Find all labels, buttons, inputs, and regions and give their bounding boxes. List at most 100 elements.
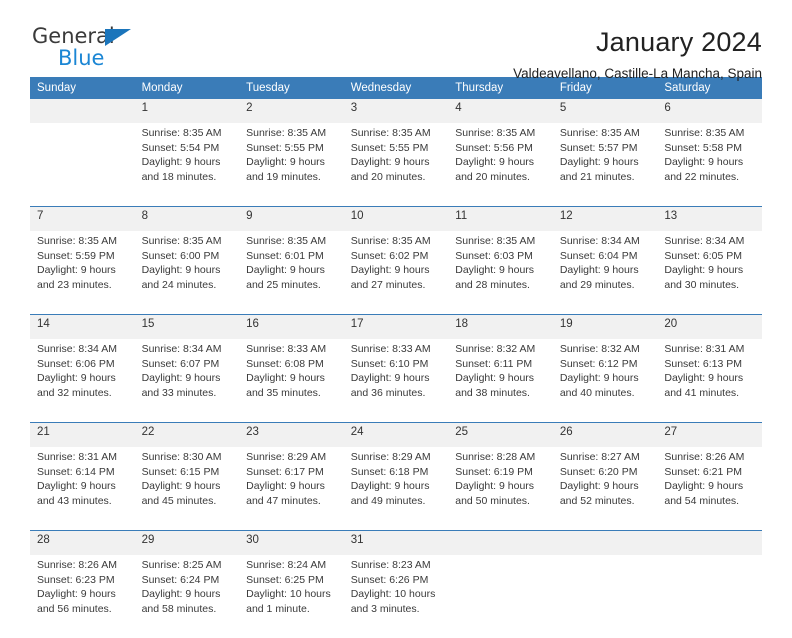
day-number-6[interactable]: 6 (657, 99, 762, 123)
day-info-line: Sunrise: 8:29 AM (246, 451, 327, 463)
weekday-header-wednesday: Wednesday (343, 77, 449, 99)
day-number-21[interactable]: 21 (30, 422, 135, 447)
day-number-2[interactable]: 2 (239, 99, 344, 123)
day-number-22[interactable]: 22 (134, 422, 240, 447)
day-info-line: Sunrise: 8:32 AM (559, 343, 640, 355)
day-info-line: Sunrise: 8:34 AM (664, 235, 745, 247)
day-info-line: and 30 minutes. (664, 278, 740, 291)
day-number-9[interactable]: 9 (239, 206, 344, 231)
day-info-line: Sunset: 6:02 PM (350, 249, 429, 262)
day-info-line: and 33 minutes. (141, 386, 217, 399)
day-number-26[interactable]: 26 (552, 422, 658, 447)
week-daynumber-row: 7 8 9 10 11 12 13 (30, 206, 762, 231)
day-info-18: Sunrise: 8:32 AM Sunset: 6:11 PM Daylight:… (448, 339, 553, 423)
day-info-line: Daylight: 10 hours (350, 588, 436, 601)
day-info-line: Sunrise: 8:26 AM (664, 451, 745, 463)
day-info-line: Sunrise: 8:35 AM (455, 127, 536, 139)
day-info-line: and 40 minutes. (559, 386, 635, 399)
day-info-line: Sunrise: 8:31 AM (664, 343, 745, 355)
day-info-line: and 47 minutes. (246, 494, 321, 507)
day-info-28: Sunrise: 8:26 AM Sunset: 6:23 PM Daylight:… (30, 555, 135, 638)
day-number-28[interactable]: 28 (30, 530, 135, 555)
day-number-10[interactable]: 10 (343, 206, 449, 231)
day-number-8[interactable]: 8 (134, 206, 240, 231)
day-info-line: Sunset: 5:58 PM (664, 141, 743, 154)
day-info-line: Sunset: 6:26 PM (350, 573, 429, 586)
day-info-line: and 56 minutes. (37, 602, 112, 615)
day-number-18[interactable]: 18 (448, 314, 553, 339)
day-info-line: Sunset: 5:56 PM (455, 141, 533, 154)
day-info-line: Sunset: 5:59 PM (37, 249, 115, 262)
day-info-line: and 52 minutes. (559, 494, 635, 507)
day-number-3[interactable]: 3 (343, 99, 449, 123)
day-info-line: Sunrise: 8:35 AM (350, 127, 431, 139)
day-number-27[interactable]: 27 (657, 422, 762, 447)
day-info-line: Sunrise: 8:35 AM (664, 127, 745, 139)
day-info-line: Sunset: 6:08 PM (246, 357, 324, 370)
day-info-line: Sunset: 6:07 PM (141, 357, 220, 370)
day-number-29[interactable]: 29 (134, 530, 240, 555)
day-info-line: Daylight: 9 hours (559, 156, 639, 169)
day-info-line: Sunrise: 8:35 AM (559, 127, 640, 139)
day-number-7[interactable]: 7 (30, 206, 135, 231)
day-info-line: Sunset: 6:10 PM (350, 357, 429, 370)
day-number-11[interactable]: 11 (448, 206, 553, 231)
day-number-19[interactable]: 19 (552, 314, 658, 339)
triangle-logo-icon (105, 29, 131, 46)
day-info-line: Sunrise: 8:23 AM (350, 559, 431, 571)
day-number-12[interactable]: 12 (552, 206, 658, 231)
day-info-line: Sunrise: 8:35 AM (455, 235, 536, 247)
brand-name-general: General (32, 24, 115, 48)
day-info-line: Daylight: 9 hours (455, 372, 535, 385)
day-info-line: and 28 minutes. (455, 278, 530, 291)
day-info-6: Sunrise: 8:35 AM Sunset: 5:58 PM Daylight:… (657, 123, 762, 207)
day-info-line: Sunrise: 8:32 AM (455, 343, 536, 355)
day-info-line: Sunrise: 8:28 AM (455, 451, 536, 463)
day-info-15: Sunrise: 8:34 AM Sunset: 6:07 PM Daylight:… (134, 339, 240, 423)
day-info-line: Daylight: 9 hours (246, 480, 325, 493)
day-number-14[interactable]: 14 (30, 314, 135, 339)
day-number-17[interactable]: 17 (343, 314, 449, 339)
day-info-line: Daylight: 9 hours (141, 264, 221, 277)
day-number-16[interactable]: 16 (239, 314, 344, 339)
day-number-31[interactable]: 31 (343, 530, 449, 555)
day-info-line: Daylight: 9 hours (664, 264, 744, 277)
day-number-23[interactable]: 23 (239, 422, 344, 447)
day-info-line: and 24 minutes. (141, 278, 217, 291)
day-info-line: Sunrise: 8:33 AM (246, 343, 327, 355)
day-info-5: Sunrise: 8:35 AM Sunset: 5:57 PM Daylight:… (552, 123, 658, 207)
day-info-line: and 45 minutes. (141, 494, 217, 507)
day-number-5[interactable]: 5 (552, 99, 658, 123)
day-info-10: Sunrise: 8:35 AM Sunset: 6:02 PM Daylight:… (343, 231, 449, 315)
day-info-line: Sunset: 6:15 PM (141, 465, 220, 478)
week-detail-row: Sunrise: 8:26 AM Sunset: 6:23 PM Daylight:… (30, 555, 762, 638)
page-title: January 2024 (595, 27, 762, 57)
day-info-line: Sunrise: 8:30 AM (141, 451, 222, 463)
day-info-line: Sunset: 6:00 PM (141, 249, 220, 262)
day-info-line: Daylight: 9 hours (559, 480, 639, 493)
day-number-20[interactable]: 20 (657, 314, 762, 339)
day-info-26: Sunrise: 8:27 AM Sunset: 6:20 PM Daylight:… (552, 447, 658, 531)
day-info-30: Sunrise: 8:24 AM Sunset: 6:25 PM Daylight:… (239, 555, 344, 638)
day-info-line: Daylight: 9 hours (664, 372, 744, 385)
day-info-line: and 50 minutes. (455, 494, 530, 507)
day-number-30[interactable]: 30 (239, 530, 344, 555)
day-info-1: Sunrise: 8:35 AM Sunset: 5:54 PM Daylight:… (134, 123, 240, 207)
day-number-25[interactable]: 25 (448, 422, 553, 447)
week-detail-row: Sunrise: 8:31 AM Sunset: 6:14 PM Daylight:… (30, 447, 762, 531)
day-info-7: Sunrise: 8:35 AM Sunset: 5:59 PM Daylight:… (30, 231, 135, 315)
week-daynumber-row: 14 15 16 17 18 19 20 (30, 314, 762, 339)
day-info-line: Daylight: 10 hours (246, 588, 331, 601)
day-number-1[interactable]: 1 (134, 99, 240, 123)
brand-logo[interactable]: General Blue (30, 26, 190, 74)
day-info-line: Sunset: 6:01 PM (246, 249, 324, 262)
day-number-4[interactable]: 4 (448, 99, 553, 123)
day-number-empty (657, 530, 762, 555)
day-number-24[interactable]: 24 (343, 422, 449, 447)
day-number-13[interactable]: 13 (657, 206, 762, 231)
day-info-line: Daylight: 9 hours (37, 588, 116, 601)
day-info-line: Sunrise: 8:31 AM (37, 451, 117, 463)
day-number-15[interactable]: 15 (134, 314, 240, 339)
day-info-16: Sunrise: 8:33 AM Sunset: 6:08 PM Daylight:… (239, 339, 344, 423)
day-info-11: Sunrise: 8:35 AM Sunset: 6:03 PM Daylight:… (448, 231, 553, 315)
